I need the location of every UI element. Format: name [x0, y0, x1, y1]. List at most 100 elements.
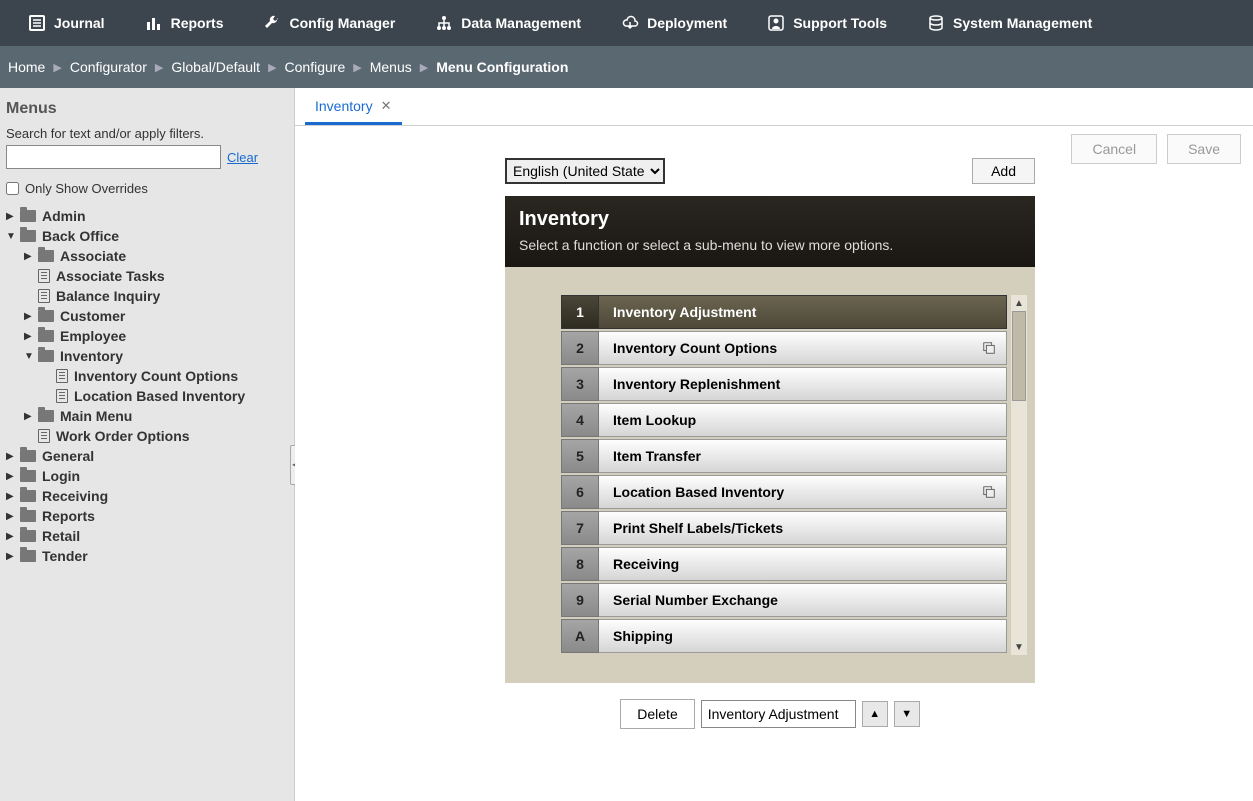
tree-label: Login — [42, 468, 80, 484]
save-button[interactable]: Save — [1167, 134, 1241, 164]
nav-support-tools[interactable]: Support Tools — [747, 0, 907, 46]
breadcrumb-item[interactable]: Configurator — [68, 59, 149, 75]
tree-item-main-menu[interactable]: ▶ Main Menu — [6, 406, 288, 426]
tree-arrow-icon[interactable]: ▶ — [6, 471, 18, 482]
breadcrumb-item[interactable]: Menus — [368, 59, 414, 75]
nav-config-manager[interactable]: Config Manager — [243, 0, 415, 46]
nav-system-management[interactable]: System Management — [907, 0, 1112, 46]
tree-arrow-icon[interactable]: ▶ — [6, 551, 18, 562]
tree-label: Associate — [60, 248, 126, 264]
move-down-button[interactable]: ▼ — [894, 701, 920, 727]
tree-label: Main Menu — [60, 408, 132, 424]
tree-item-retail[interactable]: ▶Retail — [6, 526, 288, 546]
menu-list-panel: 1Inventory Adjustment2Inventory Count Op… — [505, 267, 1035, 683]
clear-link[interactable]: Clear — [227, 150, 258, 165]
menu-label: Item Transfer — [599, 439, 1007, 473]
nav-reports[interactable]: Reports — [125, 0, 244, 46]
tree-label: Reports — [42, 508, 95, 524]
tree-arrow-icon[interactable]: ▶ — [6, 491, 18, 502]
menu-label: Location Based Inventory — [599, 475, 1007, 509]
selected-item-input[interactable] — [701, 700, 856, 728]
tree-item-inventory-count-options[interactable]: Inventory Count Options — [6, 366, 288, 386]
reports-icon — [145, 14, 163, 32]
tab-inventory[interactable]: Inventory ✕ — [305, 90, 402, 125]
folder-icon — [20, 510, 36, 522]
tree-item-location-based-inventory[interactable]: Location Based Inventory — [6, 386, 288, 406]
move-up-button[interactable]: ▲ — [862, 701, 888, 727]
folder-icon — [38, 310, 54, 322]
menu-item-item-transfer[interactable]: 5Item Transfer — [561, 439, 1007, 473]
chevron-right-icon: ▶ — [262, 61, 282, 74]
menu-label: Shipping — [599, 619, 1007, 653]
menu-number: 5 — [561, 439, 599, 473]
menu-item-location-based-inventory[interactable]: 6Location Based Inventory — [561, 475, 1007, 509]
close-icon[interactable]: ✕ — [381, 98, 392, 114]
tree-arrow-icon[interactable]: ▶ — [24, 411, 36, 422]
tree-item-associate-tasks[interactable]: Associate Tasks — [6, 266, 288, 286]
database-icon — [927, 14, 945, 32]
tree-arrow-icon[interactable]: ▼ — [6, 231, 18, 242]
tree-item-work-order-options[interactable]: Work Order Options — [6, 426, 288, 446]
scrollbar[interactable]: ▲ ▼ — [1011, 295, 1027, 655]
top-nav: Journal Reports Config Manager Data Mana… — [0, 0, 1253, 46]
tree-item-employee[interactable]: ▶ Employee — [6, 326, 288, 346]
tree-item-general[interactable]: ▶General — [6, 446, 288, 466]
tree-arrow-icon[interactable]: ▶ — [24, 311, 36, 322]
tree-label: Work Order Options — [56, 428, 190, 444]
tree-arrow-icon[interactable]: ▶ — [6, 531, 18, 542]
tree-label: Employee — [60, 328, 126, 344]
tab-bar: Inventory ✕ — [295, 88, 1253, 126]
tree-item-admin[interactable]: ▶Admin — [6, 206, 288, 226]
breadcrumb-item[interactable]: Global/Default — [169, 59, 262, 75]
folder-icon — [38, 410, 54, 422]
nav-deployment[interactable]: Deployment — [601, 0, 747, 46]
scroll-thumb[interactable] — [1012, 311, 1026, 401]
override-checkbox[interactable] — [6, 182, 19, 195]
menu-item-inventory-count-options[interactable]: 2Inventory Count Options — [561, 331, 1007, 365]
tree-arrow-icon[interactable]: ▼ — [24, 351, 36, 362]
scroll-up-icon[interactable]: ▲ — [1011, 295, 1027, 311]
menu-item-print-shelf-labels-tickets[interactable]: 7Print Shelf Labels/Tickets — [561, 511, 1007, 545]
folder-icon — [20, 210, 36, 222]
menu-number: 8 — [561, 547, 599, 581]
search-input[interactable] — [6, 145, 221, 169]
menu-label: Serial Number Exchange — [599, 583, 1007, 617]
folder-icon — [38, 350, 54, 362]
menu-item-inventory-adjustment[interactable]: 1Inventory Adjustment — [561, 295, 1007, 329]
tree-arrow-icon[interactable]: ▶ — [6, 451, 18, 462]
menu-item-serial-number-exchange[interactable]: 9Serial Number Exchange — [561, 583, 1007, 617]
tree-arrow-icon[interactable]: ▶ — [6, 511, 18, 522]
cancel-button[interactable]: Cancel — [1071, 134, 1157, 164]
tree-item-associate[interactable]: ▶ Associate — [6, 246, 288, 266]
menu-item-item-lookup[interactable]: 4Item Lookup — [561, 403, 1007, 437]
menu-item-receiving[interactable]: 8Receiving — [561, 547, 1007, 581]
menu-item-shipping[interactable]: AShipping — [561, 619, 1007, 653]
tree-arrow-icon[interactable]: ▶ — [24, 251, 36, 262]
tree-item-login[interactable]: ▶ Login — [6, 466, 288, 486]
breadcrumb-item[interactable]: Home — [6, 59, 47, 75]
tree-item-inventory[interactable]: ▼Inventory — [6, 346, 288, 366]
tree-arrow-icon[interactable]: ▶ — [6, 211, 18, 222]
nav-label: Journal — [54, 15, 105, 31]
tree-arrow-icon[interactable]: ▶ — [24, 331, 36, 342]
nav-journal[interactable]: Journal — [8, 0, 125, 46]
tree-label: Back Office — [42, 228, 119, 244]
tree-item-reports[interactable]: ▶ Reports — [6, 506, 288, 526]
tree-label: Associate Tasks — [56, 268, 165, 284]
tree-item-back-office[interactable]: ▼ Back Office — [6, 226, 288, 246]
breadcrumb-item[interactable]: Configure — [283, 59, 348, 75]
tree-item-balance-inquiry[interactable]: Balance Inquiry — [6, 286, 288, 306]
tree-item-receiving[interactable]: ▶Receiving — [6, 486, 288, 506]
scroll-down-icon[interactable]: ▼ — [1011, 639, 1027, 655]
chevron-right-icon: ▶ — [347, 61, 367, 74]
language-select[interactable]: English (United States) — [505, 158, 665, 184]
nav-data-management[interactable]: Data Management — [415, 0, 601, 46]
add-button[interactable]: Add — [972, 158, 1035, 184]
delete-button[interactable]: Delete — [620, 699, 694, 729]
cloud-icon — [621, 14, 639, 32]
menu-number: 1 — [561, 295, 599, 329]
chevron-right-icon: ▶ — [414, 61, 434, 74]
menu-item-inventory-replenishment[interactable]: 3Inventory Replenishment — [561, 367, 1007, 401]
tree-item-customer[interactable]: ▶Customer — [6, 306, 288, 326]
tree-item-tender[interactable]: ▶Tender — [6, 546, 288, 566]
